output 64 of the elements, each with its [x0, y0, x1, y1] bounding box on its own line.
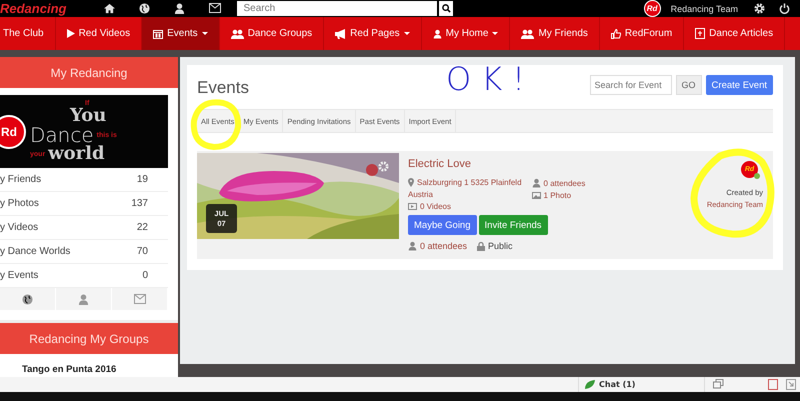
logo[interactable]: Redancing — [0, 1, 66, 16]
page-title: Events — [197, 77, 249, 98]
attendee-count[interactable]: 0 attendees — [420, 241, 468, 251]
user-icon — [532, 178, 541, 188]
banner-text: world — [48, 145, 105, 163]
stat-link[interactable]: y Events — [0, 270, 38, 281]
stat-link[interactable]: y Dance Worlds — [0, 246, 70, 257]
help-icon[interactable] — [768, 379, 778, 390]
windows-icon[interactable] — [713, 379, 724, 389]
panel-title: My Redancing — [0, 57, 178, 88]
video-icon — [408, 203, 417, 210]
stat-link[interactable]: y Videos — [0, 222, 38, 233]
panel-title: Redancing My Groups — [0, 323, 178, 354]
user-icon — [432, 28, 442, 38]
user-icon — [408, 241, 417, 251]
event-country[interactable]: Austria — [408, 190, 522, 199]
stat-count: 22 — [136, 222, 148, 233]
stat-link[interactable]: y Friends — [0, 174, 42, 185]
lock-icon — [477, 242, 486, 250]
go-button[interactable]: GO — [676, 75, 702, 95]
user-icon[interactable] — [174, 3, 186, 14]
megaphone-icon — [335, 28, 346, 38]
location-pin-icon — [408, 178, 414, 187]
stat-count: 137 — [131, 198, 148, 209]
nav-item[interactable]: Events — [142, 17, 220, 50]
calendar-icon — [153, 28, 164, 38]
highlight-circle — [189, 99, 243, 151]
badge-logo: Rd — [0, 114, 26, 148]
invite-friends-button[interactable]: Invite Friends — [478, 215, 548, 235]
settings-icon[interactable] — [754, 3, 765, 14]
event-address[interactable]: Salzburgring 1 5325 Plainfeld — [417, 178, 522, 187]
privacy-label: Public — [488, 241, 513, 251]
globe-icon[interactable] — [139, 3, 150, 14]
banner-text: You — [70, 107, 108, 125]
stat-count: 70 — [136, 246, 148, 257]
video-count[interactable]: 0 Videos — [420, 202, 451, 211]
minimize-icon[interactable] — [786, 379, 796, 390]
search-button[interactable] — [439, 1, 454, 16]
event-title[interactable]: Electric Love — [408, 158, 471, 170]
user-name[interactable]: Redancing Team — [670, 4, 738, 14]
play-icon — [66, 29, 75, 38]
group-icon — [230, 28, 244, 38]
stat-count: 0 — [142, 270, 148, 281]
search-field[interactable]: Search — [237, 1, 438, 16]
stat-link[interactable]: y Photos — [0, 198, 39, 209]
home-icon[interactable] — [104, 3, 116, 14]
handwritten-note: OK! — [446, 60, 535, 98]
thumbs-up-icon — [610, 28, 621, 38]
power-icon[interactable] — [779, 3, 790, 14]
create-event-button[interactable]: Create Event — [706, 75, 773, 95]
photo-count[interactable]: 1 Photo — [544, 191, 572, 200]
banner-text: Dance — [30, 125, 94, 145]
group-link[interactable]: Tango en Punta 2016 — [0, 354, 178, 375]
maybe-going-button[interactable]: Maybe Going — [408, 215, 477, 235]
leaf-icon — [585, 380, 595, 389]
group-icon — [521, 28, 534, 38]
avatar[interactable]: Rd — [644, 0, 661, 17]
document-icon — [695, 28, 706, 39]
attendee-count[interactable]: 0 attendees — [544, 178, 586, 188]
search-icon — [442, 4, 451, 13]
globe-icon[interactable] — [22, 294, 33, 304]
photo-icon — [532, 192, 541, 199]
stat-count: 19 — [136, 174, 148, 185]
event-search-field[interactable]: Search for Event — [590, 75, 672, 95]
